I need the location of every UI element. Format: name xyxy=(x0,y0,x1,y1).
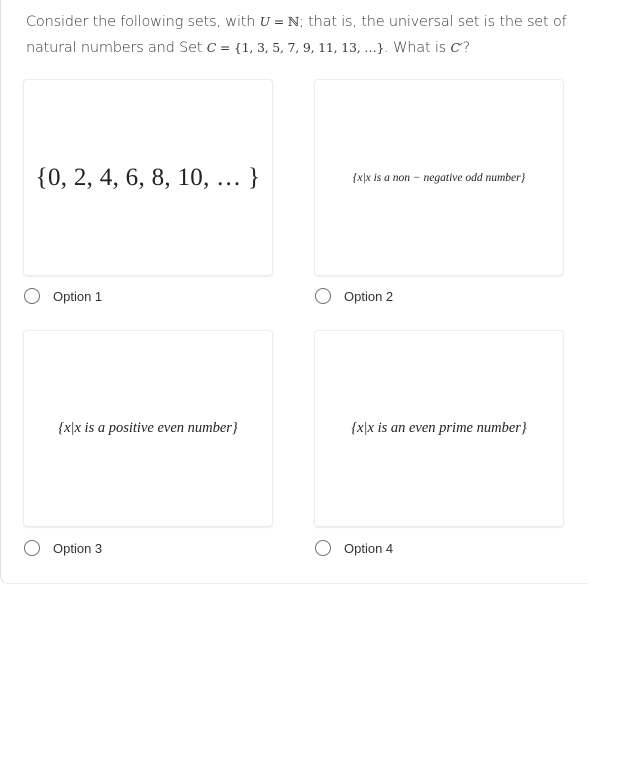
option-3-math: {x|x is a positive even number} xyxy=(58,420,238,436)
math-symbol: C xyxy=(206,40,217,55)
option-label: Option 3 xyxy=(53,540,103,556)
math-symbol: ℕ xyxy=(287,14,300,29)
option-label: Option 4 xyxy=(344,540,394,556)
option-label: Option 1 xyxy=(53,288,103,304)
question-part: . What is xyxy=(384,40,451,56)
radio-button[interactable] xyxy=(315,540,331,556)
question-part: ? xyxy=(462,40,470,56)
option-2-card[interactable]: {x|x is a non − negative odd number} xyxy=(315,80,563,275)
radio-button[interactable] xyxy=(24,540,40,556)
question-part: Consider the following sets, with xyxy=(26,14,260,30)
option-4-math: {x|x is an even prime number} xyxy=(351,420,527,436)
question-container: Consider the following sets, with U = ℕ;… xyxy=(0,0,588,584)
option-1[interactable]: Option 1 xyxy=(24,285,102,307)
option-2[interactable]: Option 2 xyxy=(315,285,393,307)
radio-button[interactable] xyxy=(24,288,40,304)
math-symbol: U xyxy=(259,14,271,29)
option-label: Option 2 xyxy=(344,288,394,304)
option-3[interactable]: Option 3 xyxy=(24,537,102,559)
math-symbol: C′ xyxy=(450,40,463,55)
math-symbol: = xyxy=(270,14,288,29)
option-3-card[interactable]: {x|x is a positive even number} xyxy=(24,331,272,526)
option-4-card[interactable]: {x|x is an even prime number} xyxy=(315,331,563,526)
option-4[interactable]: Option 4 xyxy=(315,537,393,559)
option-2-math: {x|x is a non − negative odd number} xyxy=(352,171,526,184)
option-1-math: {0, 2, 4, 6, 8, 10, … } xyxy=(35,163,261,191)
math-set: = {1, 3, 5, 7, 9, 11, 13, …} xyxy=(216,40,385,55)
radio-button[interactable] xyxy=(315,288,331,304)
question-text: Consider the following sets, with U = ℕ;… xyxy=(26,9,586,61)
option-1-card[interactable]: {0, 2, 4, 6, 8, 10, … } xyxy=(24,80,272,275)
